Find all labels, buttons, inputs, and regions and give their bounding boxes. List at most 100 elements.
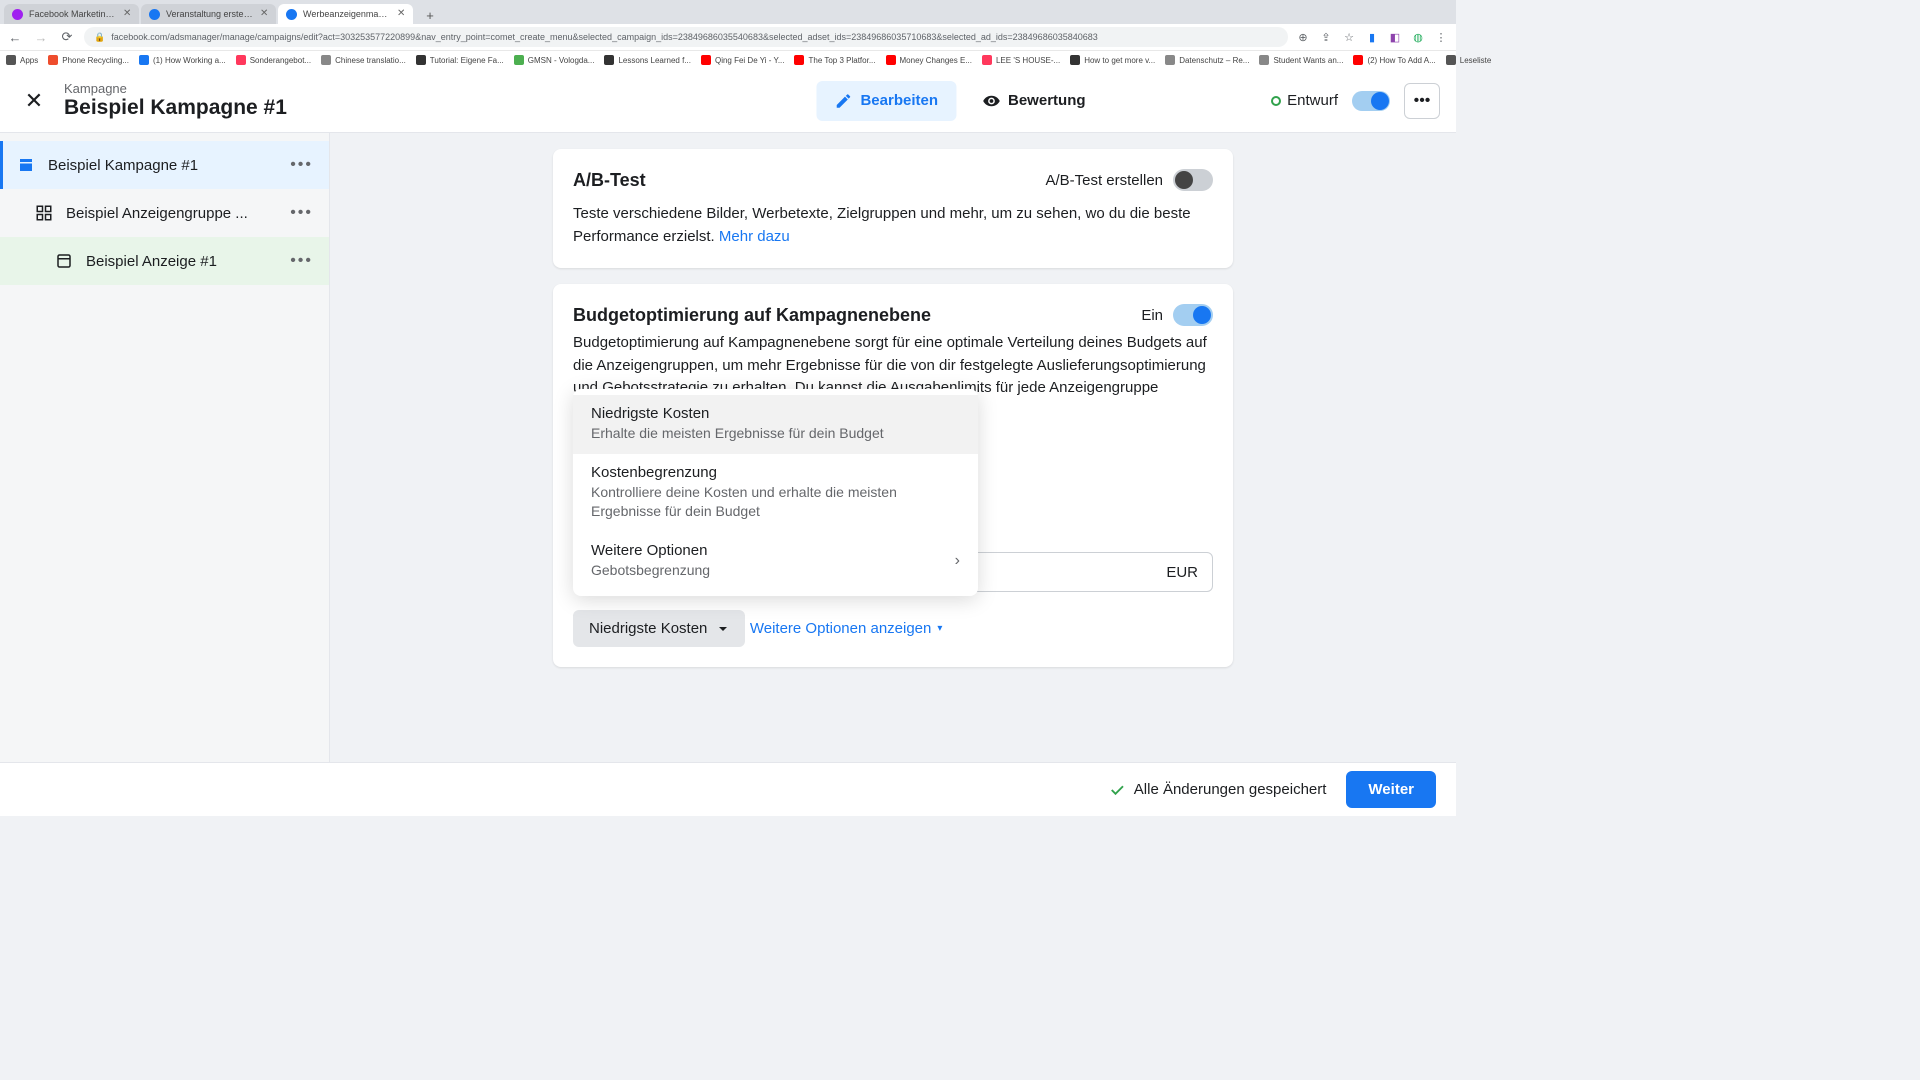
dropdown-option[interactable]: Weitere OptionenGebotsbegrenzung› [573,532,978,591]
budget-toggle[interactable] [1173,304,1213,326]
bookmark-item[interactable]: How to get more v... [1070,55,1155,65]
bookmark-item[interactable]: Sonderangebot... [236,55,311,65]
pencil-icon [834,92,852,110]
adset-icon [34,203,54,223]
abtest-learn-more-link[interactable]: Mehr dazu [719,228,790,245]
edit-label: Bearbeiten [860,92,938,109]
tab-close-icon[interactable]: ✕ [397,10,405,18]
star-icon[interactable]: ☆ [1342,30,1356,44]
bookmark-item[interactable]: Datenschutz – Re... [1165,55,1249,65]
sidebar-item-ad[interactable]: Beispiel Anzeige #1••• [0,237,329,285]
url-input[interactable]: 🔒 facebook.com/adsmanager/manage/campaig… [84,27,1288,47]
tab-strip: Facebook Marketing & Werbe...✕Veranstalt… [0,0,1456,24]
bookmark-favicon-icon [514,55,524,65]
draft-status: Entwurf [1271,92,1338,109]
eye-icon [982,92,1000,110]
abtest-toggle[interactable] [1173,169,1213,191]
bookmark-favicon-icon [321,55,331,65]
bookmark-item[interactable]: Phone Recycling... [48,55,129,65]
header-label: Kampagne [64,81,287,96]
sidebar-item-label: Beispiel Anzeige #1 [86,253,290,270]
share-icon[interactable]: ⇪ [1319,30,1333,44]
bookmark-item[interactable]: Tutorial: Eigene Fa... [416,55,504,65]
bookmark-favicon-icon [1446,55,1456,65]
bookmark-item[interactable]: (1) How Working a... [139,55,226,65]
bookmark-item[interactable]: LEE 'S HOUSE-... [982,55,1060,65]
item-more-icon[interactable]: ••• [290,156,313,174]
bid-strategy-popover: Niedrigste KostenErhalte die meisten Erg… [573,389,978,596]
ad-icon [54,251,74,271]
tab-close-icon[interactable]: ✕ [260,10,268,18]
bookmark-item[interactable]: Qing Fei De Yi - Y... [701,55,785,65]
more-menu-button[interactable]: ••• [1404,83,1440,119]
bookmark-favicon-icon [701,55,711,65]
footer: Alle Änderungen gespeichert Weiter [0,762,1456,816]
bookmark-item[interactable]: (2) How To Add A... [1353,55,1435,65]
sidebar-item-label: Beispiel Anzeigengruppe ... [66,205,290,222]
bookmark-item[interactable]: Lessons Learned f... [604,55,691,65]
bid-strategy-dropdown[interactable]: Niedrigste Kosten [573,610,745,647]
bookmark-item[interactable]: Student Wants an... [1259,55,1343,65]
extension-icon-1[interactable]: ▮ [1365,30,1379,44]
back-button[interactable]: ← [6,28,24,46]
app-body: Beispiel Kampagne #1•••Beispiel Anzeigen… [0,133,1456,762]
campaign-icon [16,155,36,175]
bookmark-favicon-icon [604,55,614,65]
bookmark-favicon-icon [236,55,246,65]
saved-status: Alle Änderungen gespeichert [1108,781,1327,799]
caret-down-icon [717,623,729,635]
dropdown-option[interactable]: Niedrigste KostenErhalte die meisten Erg… [573,395,978,454]
edit-button[interactable]: Bearbeiten [816,81,956,121]
forward-button[interactable]: → [32,28,50,46]
tab-close-icon[interactable]: ✕ [123,10,131,18]
campaign-active-toggle[interactable] [1352,91,1390,111]
bookmark-item[interactable]: Chinese translatio... [321,55,406,65]
bookmark-item[interactable]: Money Changes E... [886,55,972,65]
app-header: ✕ Kampagne Beispiel Kampagne #1 Bearbeit… [0,69,1456,133]
url-text: facebook.com/adsmanager/manage/campaigns… [111,32,1098,42]
status-dot-icon [1271,96,1281,106]
abtest-card: A/B-Test A/B-Test erstellen Teste versch… [553,149,1233,268]
url-bar: ← → ⟳ 🔒 facebook.com/adsmanager/manage/c… [0,24,1456,50]
review-button[interactable]: Bewertung [964,81,1104,121]
extension-icon-3[interactable]: ◍ [1411,30,1425,44]
review-label: Bewertung [1008,92,1086,109]
lock-icon: 🔒 [94,32,105,43]
header-titles: Kampagne Beispiel Kampagne #1 [64,81,287,120]
bookmark-favicon-icon [1070,55,1080,65]
bookmark-item[interactable]: GMSN - Vologda... [514,55,595,65]
refresh-button[interactable]: ⟳ [58,28,76,46]
browser-tab[interactable]: Facebook Marketing & Werbe... ✕ [4,4,139,24]
bid-strategy-selected: Niedrigste Kosten [589,620,707,637]
next-button[interactable]: Weiter [1346,771,1436,808]
sidebar-item-campaign[interactable]: Beispiel Kampagne #1••• [0,141,329,189]
content-area: A/B-Test A/B-Test erstellen Teste versch… [330,133,1456,762]
dropdown-option[interactable]: KostenbegrenzungKontrolliere deine Koste… [573,454,978,532]
tab-title: Veranstaltung erstellen | Face... [166,9,254,19]
abtest-desc: Teste verschiedene Bilder, Werbetexte, Z… [573,203,1213,248]
sidebar-item-adset[interactable]: Beispiel Anzeigengruppe ...••• [0,189,329,237]
bookmark-item[interactable]: Leseliste [1446,55,1492,65]
bookmark-item[interactable]: The Top 3 Platfor... [794,55,875,65]
extension-icon-2[interactable]: ◧ [1388,30,1402,44]
abtest-title: A/B-Test [573,170,646,191]
sidebar-item-label: Beispiel Kampagne #1 [48,157,290,174]
show-more-options-link[interactable]: Weitere Optionen anzeigen ▾ [750,620,943,637]
tab-title: Facebook Marketing & Werbe... [29,9,117,19]
new-tab-button[interactable]: + [421,6,439,24]
item-more-icon[interactable]: ••• [290,252,313,270]
browser-menu-icon[interactable]: ⋮ [1434,30,1448,44]
page-title: Beispiel Kampagne #1 [64,96,287,120]
favicon-icon [286,9,297,20]
browser-tab[interactable]: Werbeanzeigenmanager - We...✕ [278,4,413,24]
browser-chrome: Facebook Marketing & Werbe...✕Veranstalt… [0,0,1456,69]
browser-tab[interactable]: Veranstaltung erstellen | Face... ✕ [141,4,276,24]
item-more-icon[interactable]: ••• [290,204,313,222]
draft-label: Entwurf [1287,92,1338,109]
close-button[interactable]: ✕ [16,83,52,119]
bookmark-favicon-icon [982,55,992,65]
zoom-icon[interactable]: ⊕ [1296,30,1310,44]
bookmark-favicon-icon [1259,55,1269,65]
chevron-right-icon: › [955,552,960,570]
bookmark-item[interactable]: Apps [6,55,38,65]
